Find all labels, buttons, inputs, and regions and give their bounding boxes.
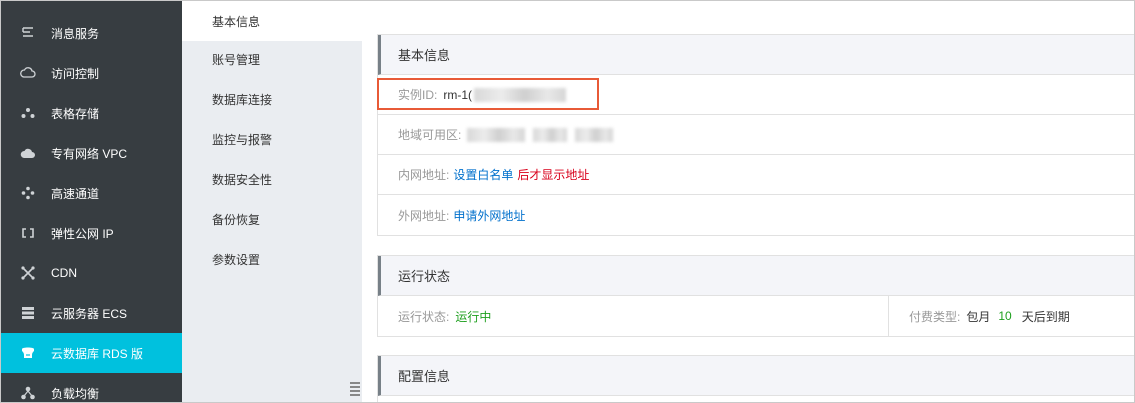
subnav-item-parameters[interactable]: 参数设置 [182, 239, 362, 279]
sidebar-item-label: 消息服务 [51, 26, 100, 41]
instance-id-highlight [377, 78, 599, 110]
main-content: 基本信息 实例ID: rm-1( 地域可用区: 内网地址: 设置白名单 后才显示… [362, 1, 1134, 402]
subnav-item-basic-info[interactable]: 基本信息 [182, 1, 362, 41]
sidebar-item-label: 云服务器 ECS [51, 306, 128, 321]
console-window: 消息服务 访问控制 表格存储 专有网络 VPC 高速通道 弹性公网 IP CDN… [0, 0, 1135, 403]
run-status-label: 运行状态: [398, 309, 450, 324]
billing-expiry: 天后到期 [1021, 309, 1070, 324]
billing-label: 付费类型: [909, 309, 961, 324]
sidebar-item-label: 负载均衡 [51, 386, 100, 401]
billing-cell: 付费类型: 包月 10 天后到期 [888, 296, 1134, 336]
subnav-item-data-security[interactable]: 数据安全性 [182, 159, 362, 199]
subnav-item-label: 数据安全性 [212, 172, 273, 187]
sidebar-item-vpc[interactable]: 专有网络 VPC [1, 133, 182, 173]
panel-title: 配置信息 [378, 356, 1134, 396]
subnav-item-label: 监控与报警 [212, 132, 273, 147]
sidebar-item-label: CDN [51, 266, 77, 280]
subnav-item-db-connection[interactable]: 数据库连接 [182, 79, 362, 119]
sidebar-item-access-control[interactable]: 访问控制 [1, 53, 182, 93]
apply-extranet-link[interactable]: 申请外网地址 [453, 207, 525, 224]
express-connect-icon [17, 186, 39, 200]
sidebar-item-rds[interactable]: 云数据库 RDS 版 [1, 333, 182, 373]
extranet-address-row: 外网地址: 申请外网地址 [378, 195, 1134, 235]
running-status-panel: 运行状态 运行状态: 运行中 付费类型: 包月 10 天后到期 [377, 255, 1134, 337]
sidebar-item-label: 弹性公网 IP [51, 226, 114, 241]
redacted-region [467, 127, 526, 142]
subnav-item-label: 账号管理 [212, 52, 261, 67]
sidebar-item-table-store[interactable]: 表格存储 [1, 93, 182, 133]
billing-type: 包月 [966, 309, 991, 324]
subnav-item-backup[interactable]: 备份恢复 [182, 199, 362, 239]
run-status-cell: 运行状态: 运行中 [378, 296, 888, 336]
status-row: 运行状态: 运行中 付费类型: 包月 10 天后到期 [378, 296, 1134, 336]
sidebar-item-label: 访问控制 [51, 66, 100, 81]
intranet-address-row: 内网地址: 设置白名单 后才显示地址 [378, 155, 1134, 195]
sidebar-item-label: 表格存储 [51, 106, 100, 121]
sidebar-item-label: 高速通道 [51, 186, 100, 201]
extranet-label: 外网地址: [398, 208, 450, 223]
eip-icon [17, 227, 39, 239]
basic-info-panel: 基本信息 实例ID: rm-1( 地域可用区: 内网地址: 设置白名单 后才显示… [377, 34, 1134, 236]
subnav-item-accounts[interactable]: 账号管理 [182, 39, 362, 79]
server-icon [17, 306, 39, 320]
subnav-item-label: 基本信息 [212, 14, 261, 29]
set-whitelist-link[interactable]: 设置白名单 [453, 166, 513, 183]
cdn-icon [17, 266, 39, 280]
region-row: 地域可用区: [378, 115, 1134, 155]
sidebar-item-cdn[interactable]: CDN [1, 253, 182, 293]
panel-title: 运行状态 [378, 256, 1134, 296]
panel-title: 基本信息 [378, 35, 1134, 75]
sidebar-item-slb[interactable]: 负载均衡 [1, 373, 182, 402]
cloud-network-icon [17, 147, 39, 159]
intranet-label: 内网地址: [398, 168, 450, 182]
sidebar-item-ecs[interactable]: 云服务器 ECS [1, 293, 182, 333]
intranet-note: 后才显示地址 [517, 168, 590, 182]
sidebar-item-express-connect[interactable]: 高速通道 [1, 173, 182, 213]
subnav-item-label: 备份恢复 [212, 212, 261, 227]
sidebar-item-eip[interactable]: 弹性公网 IP [1, 213, 182, 253]
subnav-item-monitoring[interactable]: 监控与报警 [182, 119, 362, 159]
run-status-value: 运行中 [455, 309, 492, 324]
region-label: 地域可用区: [398, 128, 462, 142]
sidebar-item-label: 云数据库 RDS 版 [51, 346, 144, 361]
subnav-item-label: 数据库连接 [212, 92, 273, 107]
message-icon [17, 27, 39, 39]
instance-subnav: 基本信息 账号管理 数据库连接 监控与报警 数据安全性 备份恢复 参数设置 [182, 1, 362, 402]
product-sidebar: 消息服务 访问控制 表格存储 专有网络 VPC 高速通道 弹性公网 IP CDN… [1, 1, 182, 402]
sidebar-item-label: 专有网络 VPC [51, 146, 128, 161]
subnav-item-label: 参数设置 [212, 252, 261, 267]
cloud-key-icon [17, 67, 39, 79]
table-store-icon [17, 107, 39, 119]
redacted-region [533, 127, 568, 142]
collapse-menu-icon[interactable] [349, 380, 361, 398]
sidebar-item-message-service[interactable]: 消息服务 [1, 13, 182, 53]
config-info-panel: 配置信息 [377, 355, 1134, 402]
load-balancer-icon [17, 386, 39, 400]
billing-days: 10 [998, 309, 1012, 323]
redacted-region [575, 127, 614, 142]
database-icon [17, 346, 39, 360]
